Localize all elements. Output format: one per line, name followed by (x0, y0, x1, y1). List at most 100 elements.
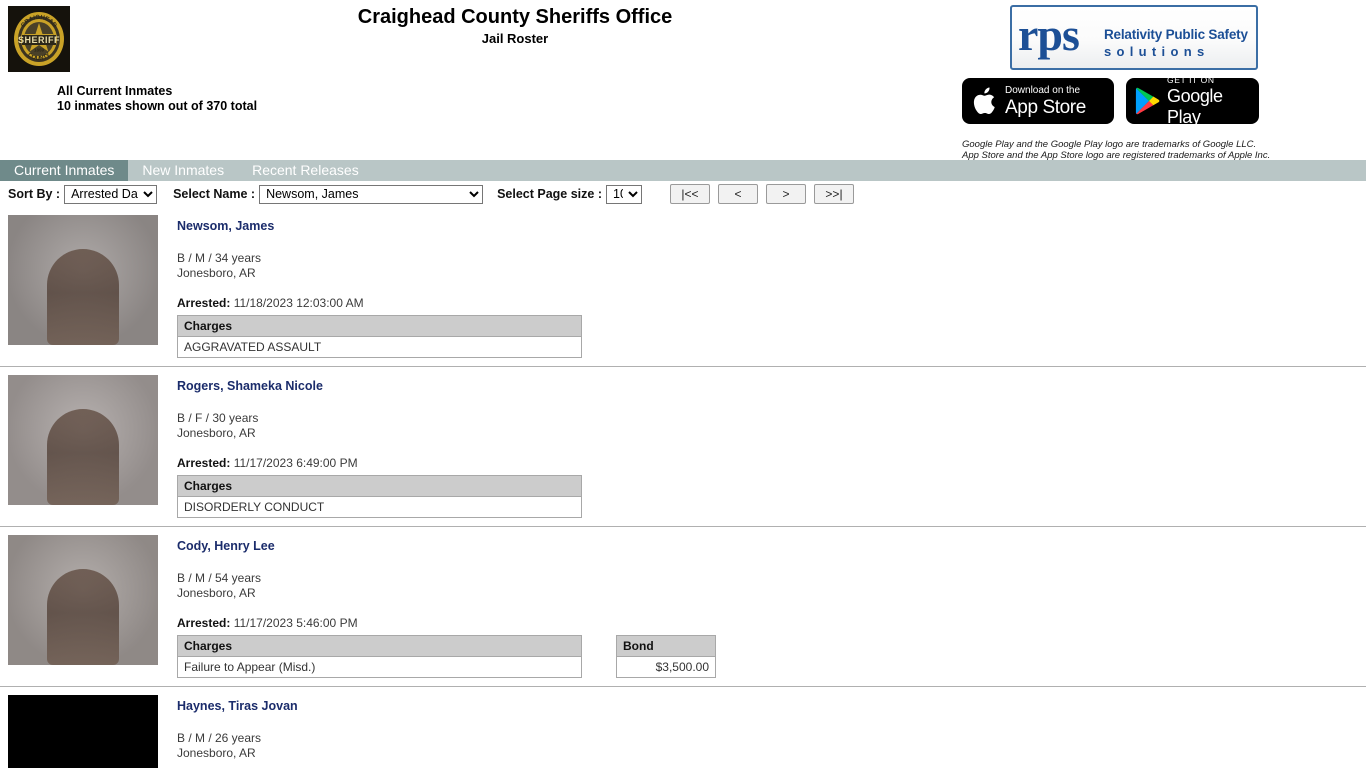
mugshot-figure (47, 409, 119, 505)
inmate-row: Rogers, Shameka Nicole B / F / 30 years Jo… (0, 367, 1366, 527)
mugshot-figure (47, 249, 119, 345)
sort-by-select[interactable]: Arrested DateNameAge (64, 184, 158, 204)
inmate-row: Photo Not Available Haynes, Tiras Jovan B … (0, 687, 1366, 768)
rps-tagline-secondary: solutions (1104, 44, 1210, 59)
inmate-arrested-line: Arrested: 11/17/2023 5:46:00 PM (177, 616, 1366, 630)
first-page-button[interactable]: |<< (670, 184, 710, 204)
google-play-triangle-icon (1134, 87, 1160, 115)
inmate-row: Newsom, James B / M / 34 years Jonesboro, … (0, 207, 1366, 367)
inmate-name-link[interactable]: Newsom, James (177, 219, 274, 233)
charges-header-row: Charges (177, 315, 582, 337)
inmate-tables: Charges AGGRAVATED ASSAULT (177, 315, 1366, 358)
app-store-label-group: Download on the App Store (1005, 85, 1086, 118)
inmate-demographics: B / M / 26 years Jonesboro, AR (177, 731, 1366, 760)
last-page-button[interactable]: >>| (814, 184, 854, 204)
charges-column-header: Charges (177, 475, 582, 497)
roster-summary-line2: 10 inmates shown out of 370 total (57, 99, 258, 113)
inmate-tables: Charges Failure to Appear (Misd.) Bond $3,5… (177, 635, 1366, 678)
tab-recent-releases[interactable]: Recent Releases (238, 160, 373, 181)
arrested-label: Arrested: (177, 296, 231, 310)
inmate-race-sex-age: B / M / 54 years (177, 571, 262, 585)
google-play-big-label: Google Play (1167, 86, 1223, 127)
photo-unavailable-placeholder[interactable]: Photo Not Available (8, 695, 158, 768)
inmate-demographics: B / M / 54 years Jonesboro, AR (177, 571, 1366, 600)
app-store-big-label: App Store (1005, 96, 1086, 118)
inmate-details: Haynes, Tiras Jovan B / M / 26 years Jones… (177, 695, 1366, 768)
charges-table: Charges DISORDERLY CONDUCT (177, 475, 582, 518)
arrested-label: Arrested: (177, 456, 231, 470)
rps-logo-box: rps Relativity Public Safety solutions (1010, 5, 1258, 70)
trademark-notice: Google Play and the Google Play logo are… (962, 139, 1271, 161)
next-page-button[interactable]: > (766, 184, 806, 204)
charges-header-row: Charges (177, 635, 582, 657)
select-name-label: Select Name : (173, 187, 256, 201)
inmate-city: Jonesboro, AR (177, 585, 256, 600)
app-store-badge[interactable]: Download on the App Store (962, 78, 1114, 124)
page-size-label: Select Page size : (497, 187, 602, 201)
inmate-mugshot[interactable] (8, 375, 158, 505)
inmate-row: Cody, Henry Lee B / M / 54 years Jonesboro… (0, 527, 1366, 687)
bond-header-row: Bond (616, 635, 716, 657)
rps-tagline-primary: Relativity Public Safety (1104, 27, 1248, 42)
inmate-demographics: B / F / 30 years Jonesboro, AR (177, 411, 1366, 440)
inmate-arrested-line: Arrested: 11/17/2023 6:49:00 PM (177, 456, 1366, 470)
rps-wordmark: rps (1018, 9, 1080, 60)
charges-column-header: Charges (177, 315, 582, 337)
arrested-label: Arrested: (177, 616, 231, 630)
inmate-race-sex-age: B / M / 26 years (177, 731, 262, 745)
inmate-details: Cody, Henry Lee B / M / 54 years Jonesboro… (177, 535, 1366, 678)
roster-summary-line1: All Current Inmates (57, 84, 173, 98)
charges-column-header: Charges (177, 635, 582, 657)
mugshot-figure (47, 569, 119, 665)
charge-description: DISORDERLY CONDUCT (177, 496, 582, 518)
inmate-race-sex-age: B / F / 30 years (177, 411, 259, 425)
bond-amount: $3,500.00 (616, 656, 716, 678)
inmate-race-sex-age: B / M / 34 years (177, 251, 262, 265)
bond-table: Bond $3,500.00 (616, 635, 716, 678)
charges-table: Charges AGGRAVATED ASSAULT (177, 315, 582, 358)
charge-row: AGGRAVATED ASSAULT (177, 336, 582, 358)
roster-toolbar: Sort By : Arrested DateNameAge Select Na… (0, 181, 1366, 207)
inmate-demographics: B / M / 34 years Jonesboro, AR (177, 251, 1366, 280)
inmate-arrested-line: Arrested: 11/18/2023 12:03:00 AM (177, 296, 1366, 310)
google-play-label-group: GET IT ON Google Play (1167, 74, 1259, 128)
inmate-city: Jonesboro, AR (177, 265, 256, 280)
google-play-small-label: GET IT ON (1167, 75, 1215, 85)
tab-current-inmates[interactable]: Current Inmates (0, 160, 129, 181)
arrested-value: 11/17/2023 6:49:00 PM (230, 456, 358, 470)
inmate-mugshot[interactable] (8, 535, 158, 665)
inmate-city: Jonesboro, AR (177, 425, 256, 440)
svg-text:1859: 1859 (34, 48, 45, 53)
rps-logo: US rps Relativity Public Safety solution… (1010, 5, 1258, 70)
inmate-details: Newsom, James B / M / 34 years Jonesboro, … (177, 215, 1366, 358)
google-play-badge[interactable]: GET IT ON Google Play (1126, 75, 1259, 127)
previous-page-button[interactable]: < (718, 184, 758, 204)
page-subtitle: Jail Roster (481, 31, 549, 46)
inmate-name-link[interactable]: Rogers, Shameka Nicole (177, 379, 323, 393)
tab-new-inmates[interactable]: New Inmates (128, 160, 238, 181)
inmate-mugshot[interactable] (8, 215, 158, 345)
bond-row: $3,500.00 (616, 656, 716, 678)
arrested-value: 11/17/2023 5:46:00 PM (230, 616, 358, 630)
charge-row: Failure to Appear (Misd.) (177, 656, 582, 678)
inmate-name-link[interactable]: Cody, Henry Lee (177, 539, 275, 553)
apple-logo-icon (972, 86, 998, 117)
select-name-dropdown[interactable]: Newsom, JamesRogers, Shameka NicoleCody,… (259, 184, 484, 204)
charge-description: AGGRAVATED ASSAULT (177, 336, 582, 358)
arrested-value: 11/18/2023 12:03:00 AM (230, 296, 364, 310)
charges-table: Charges Failure to Appear (Misd.) (177, 635, 582, 678)
page-size-select[interactable]: 102550100 (606, 184, 642, 204)
inmate-tables: Charges DISORDERLY CONDUCT (177, 475, 1366, 518)
inmate-city: Jonesboro, AR (177, 745, 256, 760)
inmate-name-link[interactable]: Haynes, Tiras Jovan (177, 699, 298, 713)
charges-header-row: Charges (177, 475, 582, 497)
roster-summary: All Current Inmates 10 inmates shown out… (57, 84, 257, 114)
tab-bar: Current Inmates New Inmates Recent Relea… (0, 160, 1366, 181)
bond-column-header: Bond (616, 635, 716, 657)
page-title: Craighead County Sheriffs Office (357, 6, 673, 28)
title-block: Craighead County Sheriffs Office Jail Ro… (0, 5, 1030, 48)
page-header: SHERIFF 1859 CRAIGHEAD COUNTY Craighead … (0, 0, 1366, 161)
sort-by-label: Sort By : (8, 187, 61, 201)
app-store-small-label: Download on the (1005, 84, 1081, 96)
charge-row: DISORDERLY CONDUCT (177, 496, 582, 518)
